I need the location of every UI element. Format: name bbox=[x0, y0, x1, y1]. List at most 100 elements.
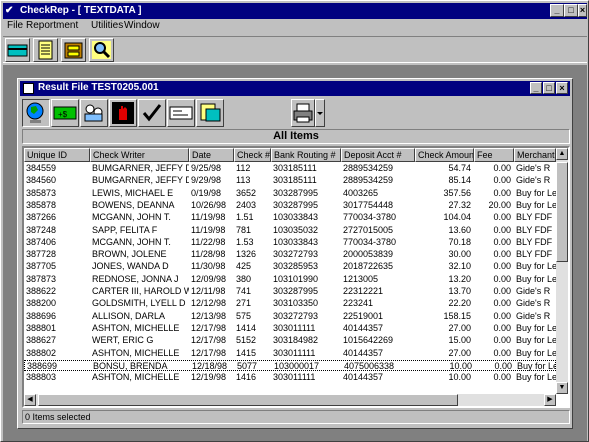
cabinet-button[interactable] bbox=[61, 38, 86, 62]
table-cell: LEWIS, MICHAEL E bbox=[92, 187, 174, 198]
card-reader-button[interactable] bbox=[5, 38, 30, 62]
table-cell: 5152 bbox=[236, 335, 257, 346]
horizontal-scrollbar[interactable]: ◀ ▶ bbox=[24, 394, 556, 406]
table-row[interactable]: 388696 ALLISON, DARLA 12/13/98 575 303272793… bbox=[24, 311, 556, 322]
table-cell: BUMGARNER, JEFFY D. bbox=[92, 163, 189, 173]
table-row[interactable]: 384559 BUMGARNER, JEFFY D. 9/25/98 112 30318… bbox=[24, 163, 556, 174]
column-header[interactable]: Unique ID bbox=[24, 148, 90, 162]
table-row[interactable]: 388802 ASHTON, MICHELLE 12/17/98 1415 303011… bbox=[24, 348, 556, 359]
column-header[interactable]: Fee bbox=[474, 148, 514, 162]
menu-file[interactable]: File bbox=[7, 20, 23, 31]
table-cell: 103033843 bbox=[273, 236, 319, 247]
document-icon bbox=[23, 83, 34, 94]
table-cell: 20.00 bbox=[488, 199, 511, 210]
scroll-down-icon[interactable]: ▼ bbox=[556, 382, 568, 394]
scroll-right-icon[interactable]: ▶ bbox=[544, 394, 556, 406]
table-row[interactable]: 387406 MCGANN, JOHN T. 11/22/98 1.53 1030338… bbox=[24, 237, 556, 248]
column-header[interactable]: Check Writer bbox=[90, 148, 189, 162]
table-cell: 85.14 bbox=[448, 175, 471, 186]
globe-button[interactable] bbox=[22, 99, 50, 127]
result-file-titlebar[interactable]: Result File TEST0205.001 _ □ × bbox=[20, 81, 570, 96]
column-header[interactable]: Date bbox=[189, 148, 234, 162]
column-header[interactable]: Check # bbox=[234, 148, 271, 162]
table-cell: 13.70 bbox=[448, 286, 471, 296]
table-cell: Buy for Le bbox=[516, 199, 556, 210]
ledger-icon bbox=[38, 40, 53, 60]
export-button[interactable] bbox=[196, 99, 224, 127]
minimize-button[interactable]: _ bbox=[550, 4, 564, 17]
column-header[interactable]: Deposit Acct # bbox=[341, 148, 415, 162]
maximize-button[interactable]: □ bbox=[564, 4, 578, 17]
table-cell: 303185111 bbox=[273, 175, 317, 186]
table-cell: 1416 bbox=[236, 372, 257, 383]
table-cell: 385878 bbox=[26, 199, 57, 210]
table-cell: 303184982 bbox=[273, 335, 319, 346]
check-form-button[interactable] bbox=[167, 99, 195, 127]
table-cell: 0.00 bbox=[493, 175, 511, 186]
approve-button[interactable] bbox=[138, 99, 166, 127]
table-row[interactable]: 387248 SAPP, FELITA F 11/19/98 781 103035032… bbox=[24, 225, 556, 236]
child-close-button[interactable]: × bbox=[556, 82, 568, 94]
table-row[interactable]: 385878 BOWENS, DEANNA 10/26/98 2403 30328799… bbox=[24, 200, 556, 211]
app-icon: ✔ bbox=[5, 5, 14, 16]
menu-window[interactable]: Window bbox=[124, 20, 160, 31]
table-cell: 303272793 bbox=[273, 249, 319, 260]
table-row[interactable]: 388699 BONSU, BRENDA 12/18/98 5077 103000017… bbox=[24, 359, 557, 371]
column-header[interactable]: Merchant bbox=[514, 148, 556, 162]
table-cell: 0.00 bbox=[493, 273, 511, 284]
table-cell: Gide's R bbox=[516, 175, 551, 186]
cash-button[interactable]: +$ bbox=[51, 99, 79, 127]
table-row[interactable]: 387266 MCGANN, JOHN T. 11/19/98 1.51 1030338… bbox=[24, 212, 556, 223]
card-icon bbox=[7, 44, 28, 57]
table-cell: 3652 bbox=[236, 187, 257, 198]
table-row[interactable]: 387705 JONES, WANDA D 11/30/98 425 303285953… bbox=[24, 261, 556, 272]
table-cell: 22312221 bbox=[343, 286, 384, 296]
table-cell: 387728 bbox=[26, 249, 57, 260]
child-minimize-button[interactable]: _ bbox=[530, 82, 542, 94]
table-cell: 1213005 bbox=[343, 273, 379, 284]
app-titlebar[interactable]: ✔ CheckRep - [ TEXTDATA ] _ □ × bbox=[3, 3, 587, 19]
result-file-title: Result File TEST0205.001 bbox=[38, 82, 159, 93]
column-header[interactable]: Check Amount bbox=[415, 148, 474, 162]
table-cell: 103101990 bbox=[273, 273, 319, 284]
table-row[interactable]: 387873 REDNOSE, JONNA J 12/09/98 380 1031019… bbox=[24, 274, 556, 285]
menu-reportment[interactable]: Reportment bbox=[26, 20, 78, 31]
table-cell: 12/11/98 bbox=[191, 286, 226, 296]
table-cell: 11/19/98 bbox=[191, 224, 226, 235]
table-header: Unique ID Check Writer Date Check # Bank Rou… bbox=[24, 148, 564, 162]
table-cell: MCGANN, JOHN T. bbox=[92, 212, 171, 223]
table-row[interactable]: 385873 LEWIS, MICHAEL E 0/19/98 3652 3032879… bbox=[24, 188, 556, 199]
table-row[interactable]: 387728 BROWN, JOLENE 11/28/98 1326 303272793… bbox=[24, 249, 556, 260]
table-cell: 12/17/98 bbox=[191, 335, 227, 346]
print-button[interactable] bbox=[291, 99, 315, 127]
cash-icon: +$ bbox=[53, 106, 77, 120]
search-button[interactable] bbox=[89, 38, 114, 62]
close-button[interactable]: × bbox=[578, 4, 587, 17]
table-cell: 303287995 bbox=[273, 286, 319, 296]
table-row[interactable]: 384560 BUMGARNER, JEFFY D. 9/29/98 113 30318… bbox=[24, 175, 556, 186]
magnifier-icon bbox=[92, 41, 111, 59]
horizontal-scroll-thumb[interactable] bbox=[38, 394, 458, 406]
table-row[interactable]: 388627 WERT, ERIC G 12/17/98 5152 303184982 1… bbox=[24, 335, 556, 346]
scroll-left-icon[interactable]: ◀ bbox=[24, 394, 36, 406]
vertical-scroll-thumb[interactable] bbox=[556, 162, 568, 262]
table-row[interactable]: 388200 GOLDSMITH, LYELL D 12/12/98 271 30310… bbox=[24, 298, 556, 309]
table-row[interactable]: 388803 ASHTON, MICHELLE 12/19/98 1416 303011… bbox=[24, 372, 556, 383]
menu-utilities[interactable]: Utilities bbox=[91, 20, 123, 31]
vertical-scrollbar[interactable]: ▲ ▼ bbox=[556, 148, 568, 394]
stop-button[interactable] bbox=[109, 99, 137, 127]
column-header[interactable]: Bank Routing # bbox=[271, 148, 341, 162]
print-dropdown-button[interactable] bbox=[315, 99, 325, 127]
people-button[interactable] bbox=[80, 99, 108, 127]
table-row[interactable]: 388801 ASHTON, MICHELLE 12/17/98 1414 303011… bbox=[24, 323, 556, 334]
table-cell: 12/09/98 bbox=[191, 273, 227, 284]
table-cell: 11/30/98 bbox=[191, 261, 226, 272]
table-cell: 27.00 bbox=[448, 347, 471, 358]
table-cell: 303272793 bbox=[273, 310, 319, 321]
table-row[interactable]: 388622 CARTER III, HAROLD W. 12/11/98 741 30… bbox=[24, 286, 556, 297]
table-cell: 781 bbox=[236, 224, 252, 235]
ledger-button[interactable] bbox=[33, 38, 58, 62]
child-maximize-button[interactable]: □ bbox=[543, 82, 555, 94]
export-icon bbox=[200, 103, 221, 122]
scroll-up-icon[interactable]: ▲ bbox=[556, 148, 568, 160]
